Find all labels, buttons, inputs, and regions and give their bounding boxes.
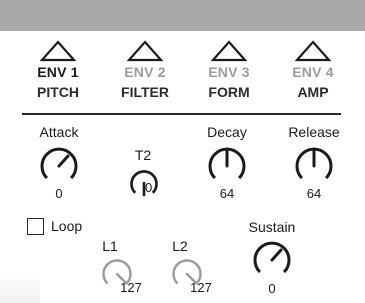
release-knob[interactable]	[294, 146, 334, 186]
decay-value: 64	[219, 186, 235, 201]
release-value: 64	[306, 186, 322, 201]
tab-env-1-name: ENV 1	[37, 64, 79, 80]
tab-env-3[interactable]: ENV 3 FORM	[189, 31, 269, 109]
title-strip	[0, 0, 365, 31]
triangle-up-icon	[211, 40, 247, 62]
attack-knob[interactable]	[39, 146, 79, 186]
l1-value: 127	[120, 280, 142, 295]
tab-env-4-name: ENV 4	[292, 64, 334, 80]
triangle-up-icon	[127, 40, 163, 62]
l1-label: L1	[102, 238, 118, 254]
attack-label: Attack	[39, 124, 79, 140]
l2-value: 127	[190, 280, 212, 295]
t2-value: 0	[145, 180, 153, 195]
loop-checkbox[interactable]	[27, 218, 44, 235]
release-label: Release	[288, 124, 340, 140]
t2-label: T2	[134, 147, 152, 163]
tab-env-2-name: ENV 2	[124, 64, 166, 80]
section-divider	[22, 113, 341, 115]
tab-env-3-dest: FORM	[208, 84, 250, 100]
tab-env-3-name: ENV 3	[208, 64, 250, 80]
tab-env-1-dest: PITCH	[37, 84, 79, 100]
triangle-up-icon	[40, 40, 76, 62]
tab-env-1[interactable]: ENV 1 PITCH	[18, 31, 98, 109]
sustain-knob[interactable]	[252, 240, 292, 280]
tab-env-4[interactable]: ENV 4 AMP	[273, 31, 353, 109]
l2-label: L2	[172, 238, 188, 254]
envelope-tabs: ENV 1 PITCH ENV 2 FILTER ENV 3 FORM ENV …	[0, 31, 365, 109]
loop-label: Loop	[51, 218, 83, 234]
corner-fade	[0, 270, 40, 303]
decay-knob[interactable]	[207, 146, 247, 186]
tab-env-4-dest: AMP	[297, 84, 329, 100]
sustain-value: 0	[268, 281, 276, 296]
tab-env-2-dest: FILTER	[121, 84, 169, 100]
decay-label: Decay	[207, 124, 247, 140]
sustain-label: Sustain	[248, 219, 296, 235]
tab-env-2[interactable]: ENV 2 FILTER	[105, 31, 185, 109]
triangle-up-icon	[295, 40, 331, 62]
attack-value: 0	[55, 186, 63, 201]
